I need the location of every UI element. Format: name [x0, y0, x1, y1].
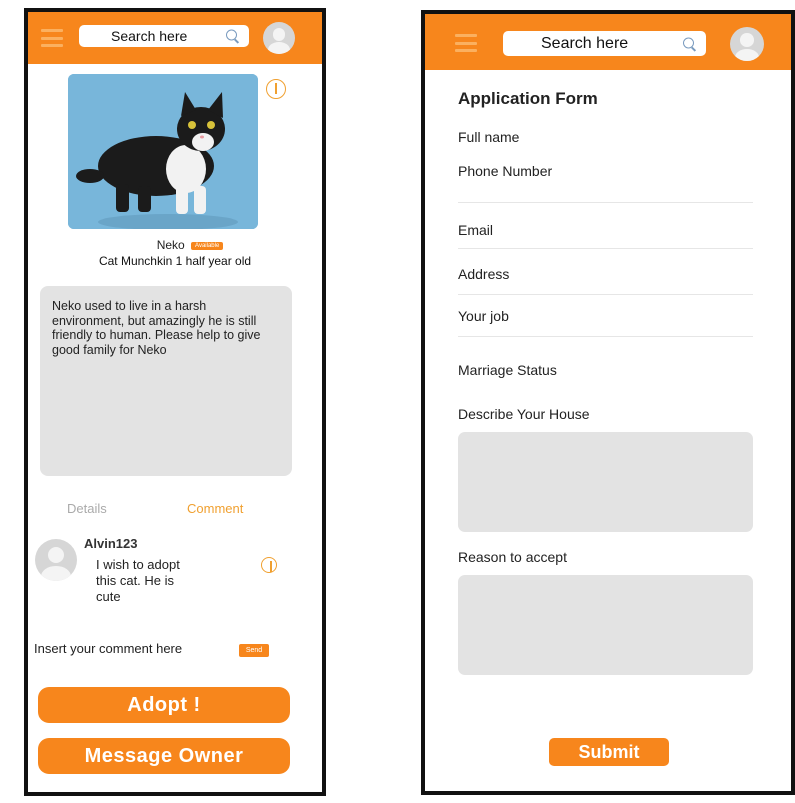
top-bar: Search here [425, 14, 791, 70]
search-placeholder: Search here [111, 28, 188, 44]
message-owner-button[interactable]: Message Owner [38, 738, 290, 774]
divider [458, 248, 753, 249]
pet-breed-age: Cat Munchkin 1 half year old [98, 254, 252, 268]
info-icon[interactable] [261, 557, 277, 573]
full-name-field[interactable]: Full name [458, 129, 519, 145]
top-bar: Search here [28, 12, 322, 64]
pet-photo [68, 74, 258, 229]
job-field[interactable]: Your job [458, 308, 509, 324]
menu-icon[interactable] [41, 29, 63, 47]
comment-text: I wish to adopt this cat. He is cute [96, 557, 180, 604]
email-field[interactable]: Email [458, 222, 493, 238]
submit-button[interactable]: Submit [549, 738, 669, 766]
info-icon[interactable] [266, 79, 286, 99]
search-icon[interactable] [683, 37, 696, 50]
search-placeholder: Search here [541, 34, 629, 52]
search-icon[interactable] [226, 29, 239, 43]
pet-name: Neko [156, 238, 185, 252]
profile-avatar[interactable] [263, 22, 295, 54]
application-form-screen: Search here Application Form Full name P… [421, 10, 795, 795]
reason-textarea[interactable] [458, 575, 753, 675]
marriage-status-field[interactable]: Marriage Status [458, 362, 557, 378]
tab-details[interactable]: Details [67, 501, 107, 516]
form-title: Application Form [458, 89, 598, 108]
pet-detail-screen: Search here Neko Available Cat Munchkin … [24, 8, 326, 796]
profile-avatar[interactable] [730, 27, 764, 61]
comment-username: Alvin123 [84, 536, 138, 551]
tab-comment[interactable]: Comment [187, 501, 243, 516]
divider [458, 202, 753, 203]
address-field[interactable]: Address [458, 266, 509, 282]
pet-description: Neko used to live in a harsh environment… [40, 286, 292, 476]
house-label: Describe Your House [458, 406, 590, 422]
pet-name-row: Neko Available [28, 238, 322, 252]
send-button[interactable]: Send [239, 644, 269, 657]
commenter-avatar [35, 539, 77, 581]
menu-icon[interactable] [455, 34, 477, 52]
divider [458, 336, 753, 337]
search-input[interactable]: Search here [79, 25, 249, 47]
comment-input[interactable]: Insert your comment here [34, 641, 182, 656]
house-textarea[interactable] [458, 432, 753, 532]
reason-label: Reason to accept [458, 549, 567, 565]
divider [458, 294, 753, 295]
status-badge: Available [191, 241, 224, 250]
phone-field[interactable]: Phone Number [458, 163, 552, 179]
adopt-button[interactable]: Adopt ! [38, 687, 290, 723]
search-input[interactable]: Search here [503, 31, 706, 56]
